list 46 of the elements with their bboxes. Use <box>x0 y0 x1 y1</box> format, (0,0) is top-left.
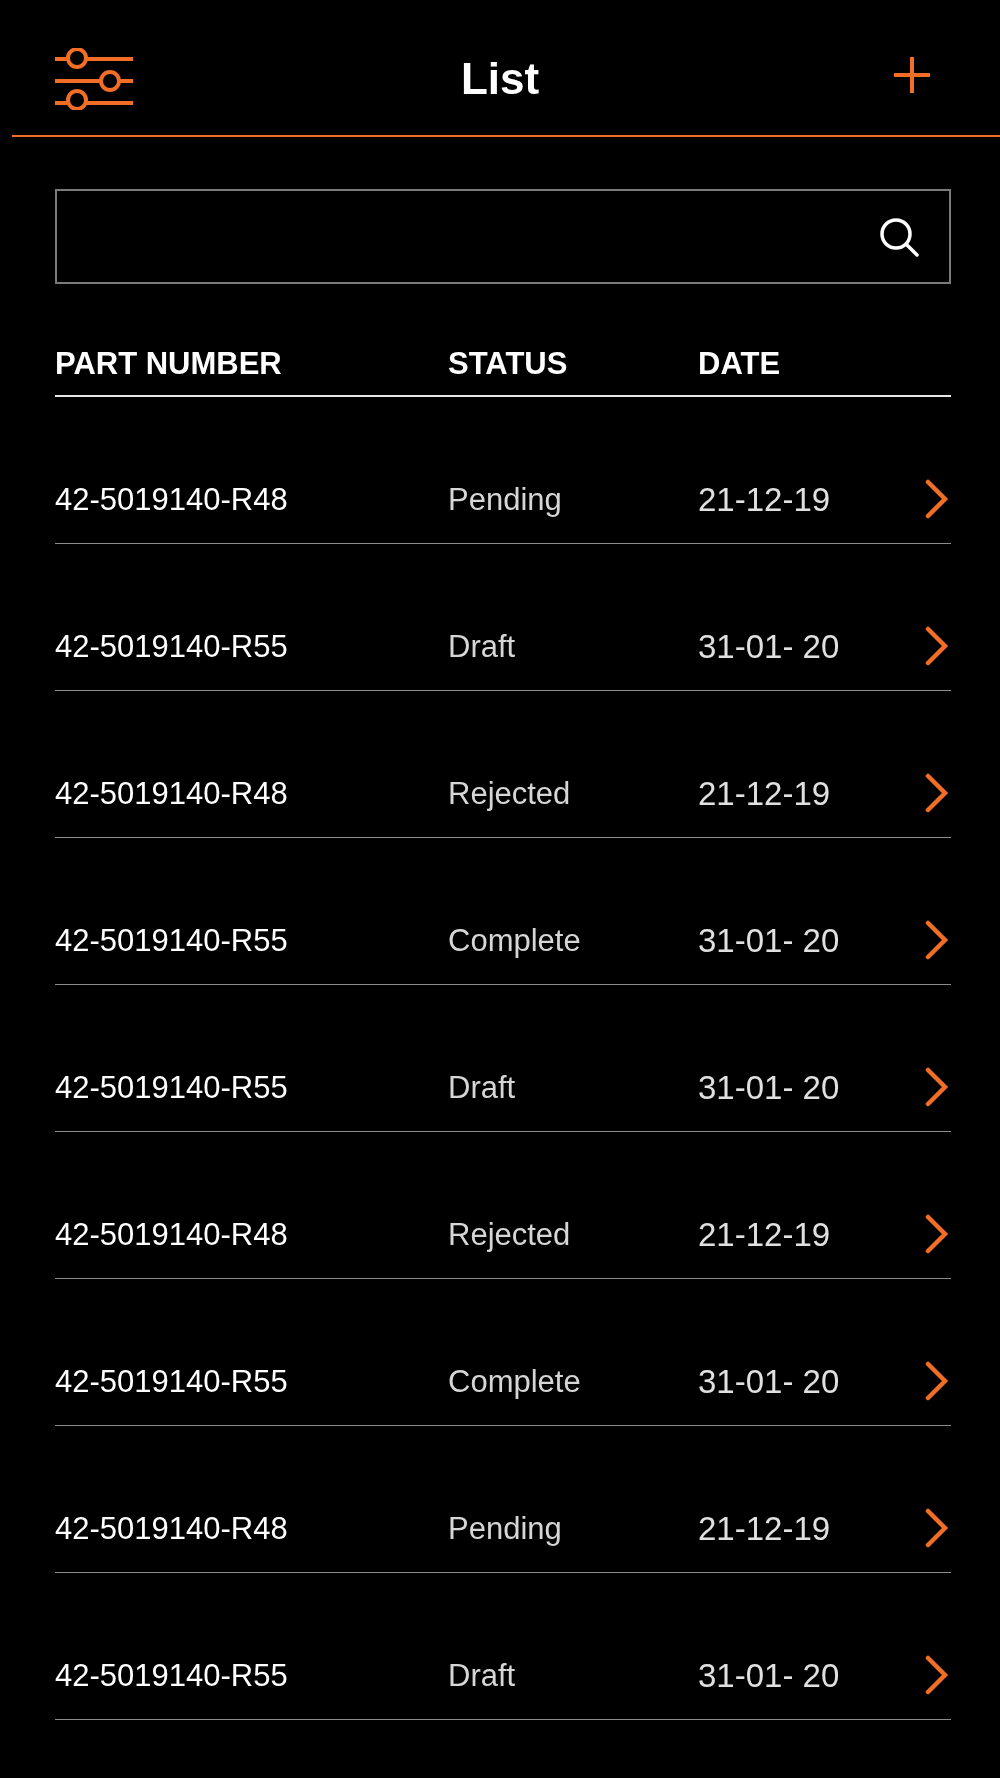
chevron-icon[interactable] <box>925 1655 949 1695</box>
date-cell-text: 31-01- 20 <box>698 1657 841 1695</box>
status-cell-text: Pending <box>448 1510 563 1548</box>
date-cell-text: 21-12-19 <box>698 1510 832 1548</box>
chevron-icon[interactable] <box>925 1361 949 1401</box>
status-cell-text: Pending <box>448 481 563 519</box>
chevron-icon[interactable] <box>925 1067 949 1107</box>
chevron-icon[interactable] <box>925 1508 949 1548</box>
chevron-icon[interactable] <box>925 920 949 960</box>
status-cell-text: Draft <box>448 1657 517 1695</box>
page-title: List <box>460 52 540 105</box>
date-cell-text: 31-01- 20 <box>698 628 841 666</box>
status-cell-text: Complete <box>448 1363 582 1401</box>
chevron-icon[interactable] <box>925 626 949 666</box>
part-number-cell-text: 42-5019140-R55 <box>55 628 289 666</box>
chevron-icon[interactable] <box>925 1214 949 1254</box>
status-cell-text: Complete <box>448 922 582 960</box>
column-header: DATE <box>698 345 782 383</box>
date-cell-text: 21-12-19 <box>698 1216 832 1254</box>
part-number-cell-text: 42-5019140-R48 <box>55 1216 289 1254</box>
sliders-icon <box>55 47 133 110</box>
date-cell-text: 31-01- 20 <box>698 922 841 960</box>
column-header: PART NUMBER <box>55 345 283 383</box>
part-number-cell-text: 42-5019140-R55 <box>55 922 289 960</box>
part-number-cell-text: 42-5019140-R48 <box>55 481 289 519</box>
search-field[interactable] <box>55 189 951 284</box>
search-icon <box>879 216 919 257</box>
date-cell-text: 31-01- 20 <box>698 1069 841 1107</box>
chevron-icon[interactable] <box>925 479 949 519</box>
status-cell-text: Rejected <box>448 775 572 813</box>
status-cell-text: Draft <box>448 1069 517 1107</box>
date-cell-text: 21-12-19 <box>698 775 832 813</box>
add-button[interactable] <box>894 56 930 93</box>
chevron-icon[interactable] <box>925 773 949 813</box>
part-number-cell-text: 42-5019140-R55 <box>55 1363 289 1401</box>
part-number-cell-text: 42-5019140-R48 <box>55 775 289 813</box>
status-cell-text: Rejected <box>448 1216 572 1254</box>
column-header: STATUS <box>448 345 569 383</box>
date-cell-text: 21-12-19 <box>698 481 832 519</box>
part-number-cell-text: 42-5019140-R48 <box>55 1510 289 1548</box>
part-number-cell-text: 42-5019140-R55 <box>55 1069 289 1107</box>
filter-button[interactable] <box>55 47 133 110</box>
part-number-cell-text: 42-5019140-R55 <box>55 1657 289 1695</box>
date-cell-text: 31-01- 20 <box>698 1363 841 1401</box>
status-cell-text: Draft <box>448 628 517 666</box>
plus-icon <box>894 56 930 93</box>
